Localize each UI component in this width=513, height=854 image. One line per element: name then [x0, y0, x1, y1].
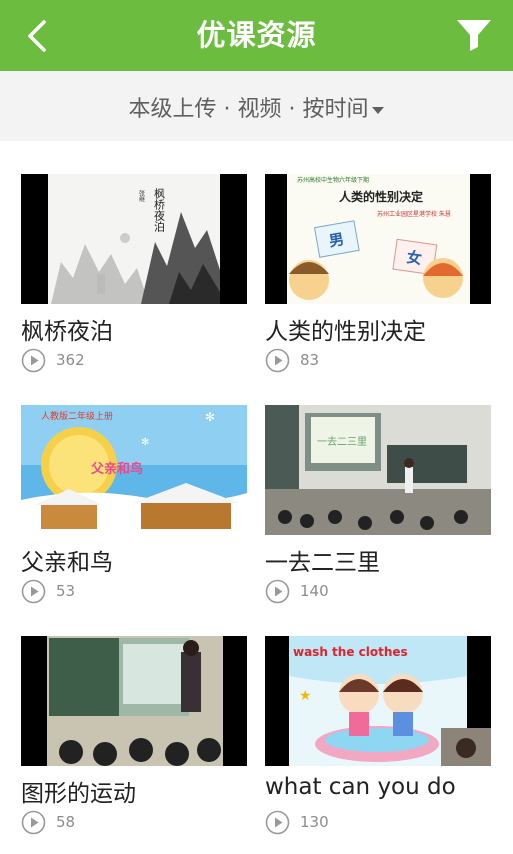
- thumb-text: 人类的性别决定: [339, 189, 423, 204]
- thumb-text: 苏州工业园区星港学校 朱慧: [377, 210, 451, 218]
- play-circle-icon: [265, 579, 290, 603]
- filter-label: 本级上传 · 视频 · 按时间: [128, 97, 369, 122]
- thumb-text: 枫桥夜泊: [153, 187, 166, 232]
- thumb-text: 张继: [138, 189, 145, 202]
- video-title[interactable]: 父亲和鸟: [21, 543, 113, 577]
- view-count: 140: [265, 578, 329, 604]
- svg-text:★: ★: [299, 688, 312, 704]
- view-count-value: 140: [300, 582, 329, 600]
- video-title[interactable]: what can you do: [265, 774, 456, 800]
- svg-text:✻: ✻: [205, 410, 215, 424]
- video-title[interactable]: 一去二三里: [265, 543, 380, 577]
- thumb-text: 苏州高校中生物六年级下期: [297, 176, 369, 184]
- video-thumbnail[interactable]: 苏州高校中生物六年级下期 人类的性别决定 苏州工业园区星港学校 朱慧 男 女: [265, 174, 491, 304]
- thumb-text: 男: [328, 230, 346, 250]
- view-count-value: 130: [300, 813, 329, 831]
- play-circle-icon: [265, 810, 290, 834]
- thumb-text: 女: [406, 248, 423, 268]
- view-count: 130: [265, 809, 329, 835]
- thumb-text: wash the clothes: [293, 645, 408, 659]
- video-thumbnail[interactable]: 人教版二年级上册 父亲和鸟 ✻ ✻: [21, 405, 247, 535]
- play-circle-icon: [21, 348, 46, 372]
- view-count-value: 53: [56, 582, 76, 600]
- video-thumbnail[interactable]: [21, 636, 247, 766]
- video-title[interactable]: 枫桥夜泊: [21, 312, 113, 346]
- thumb-text: 人教版二年级上册: [41, 410, 113, 422]
- video-thumbnail[interactable]: 枫桥夜泊 张继: [21, 174, 247, 304]
- filter-summary[interactable]: 本级上传 · 视频 · 按时间: [0, 91, 513, 123]
- svg-text:✻: ✻: [141, 437, 149, 448]
- video-title[interactable]: 人类的性别决定: [265, 312, 426, 346]
- play-circle-icon: [265, 348, 290, 372]
- page-title: 优课资源: [196, 18, 317, 52]
- funnel-icon[interactable]: [453, 14, 495, 54]
- video-title[interactable]: 图形的运动: [21, 774, 136, 808]
- video-thumbnail[interactable]: wash the clothes ★: [265, 636, 491, 766]
- thumb-text: 父亲和鸟: [90, 461, 143, 477]
- thumb-text: 一去二三里: [317, 436, 367, 448]
- view-count-value: 83: [300, 351, 320, 369]
- top-nav-bar: 优课资源: [0, 0, 513, 71]
- view-count-value: 362: [56, 351, 85, 369]
- filter-bar[interactable]: 本级上传 · 视频 · 按时间: [0, 71, 513, 141]
- view-count-value: 58: [56, 813, 76, 831]
- view-count: 53: [21, 578, 75, 604]
- video-thumbnail[interactable]: 一去二三里: [265, 405, 491, 535]
- play-circle-icon: [21, 579, 46, 603]
- view-count: 362: [21, 347, 85, 373]
- play-circle-icon: [21, 810, 46, 834]
- view-count: 58: [21, 809, 75, 835]
- view-count: 83: [265, 347, 319, 373]
- caret-down-icon: [372, 106, 385, 114]
